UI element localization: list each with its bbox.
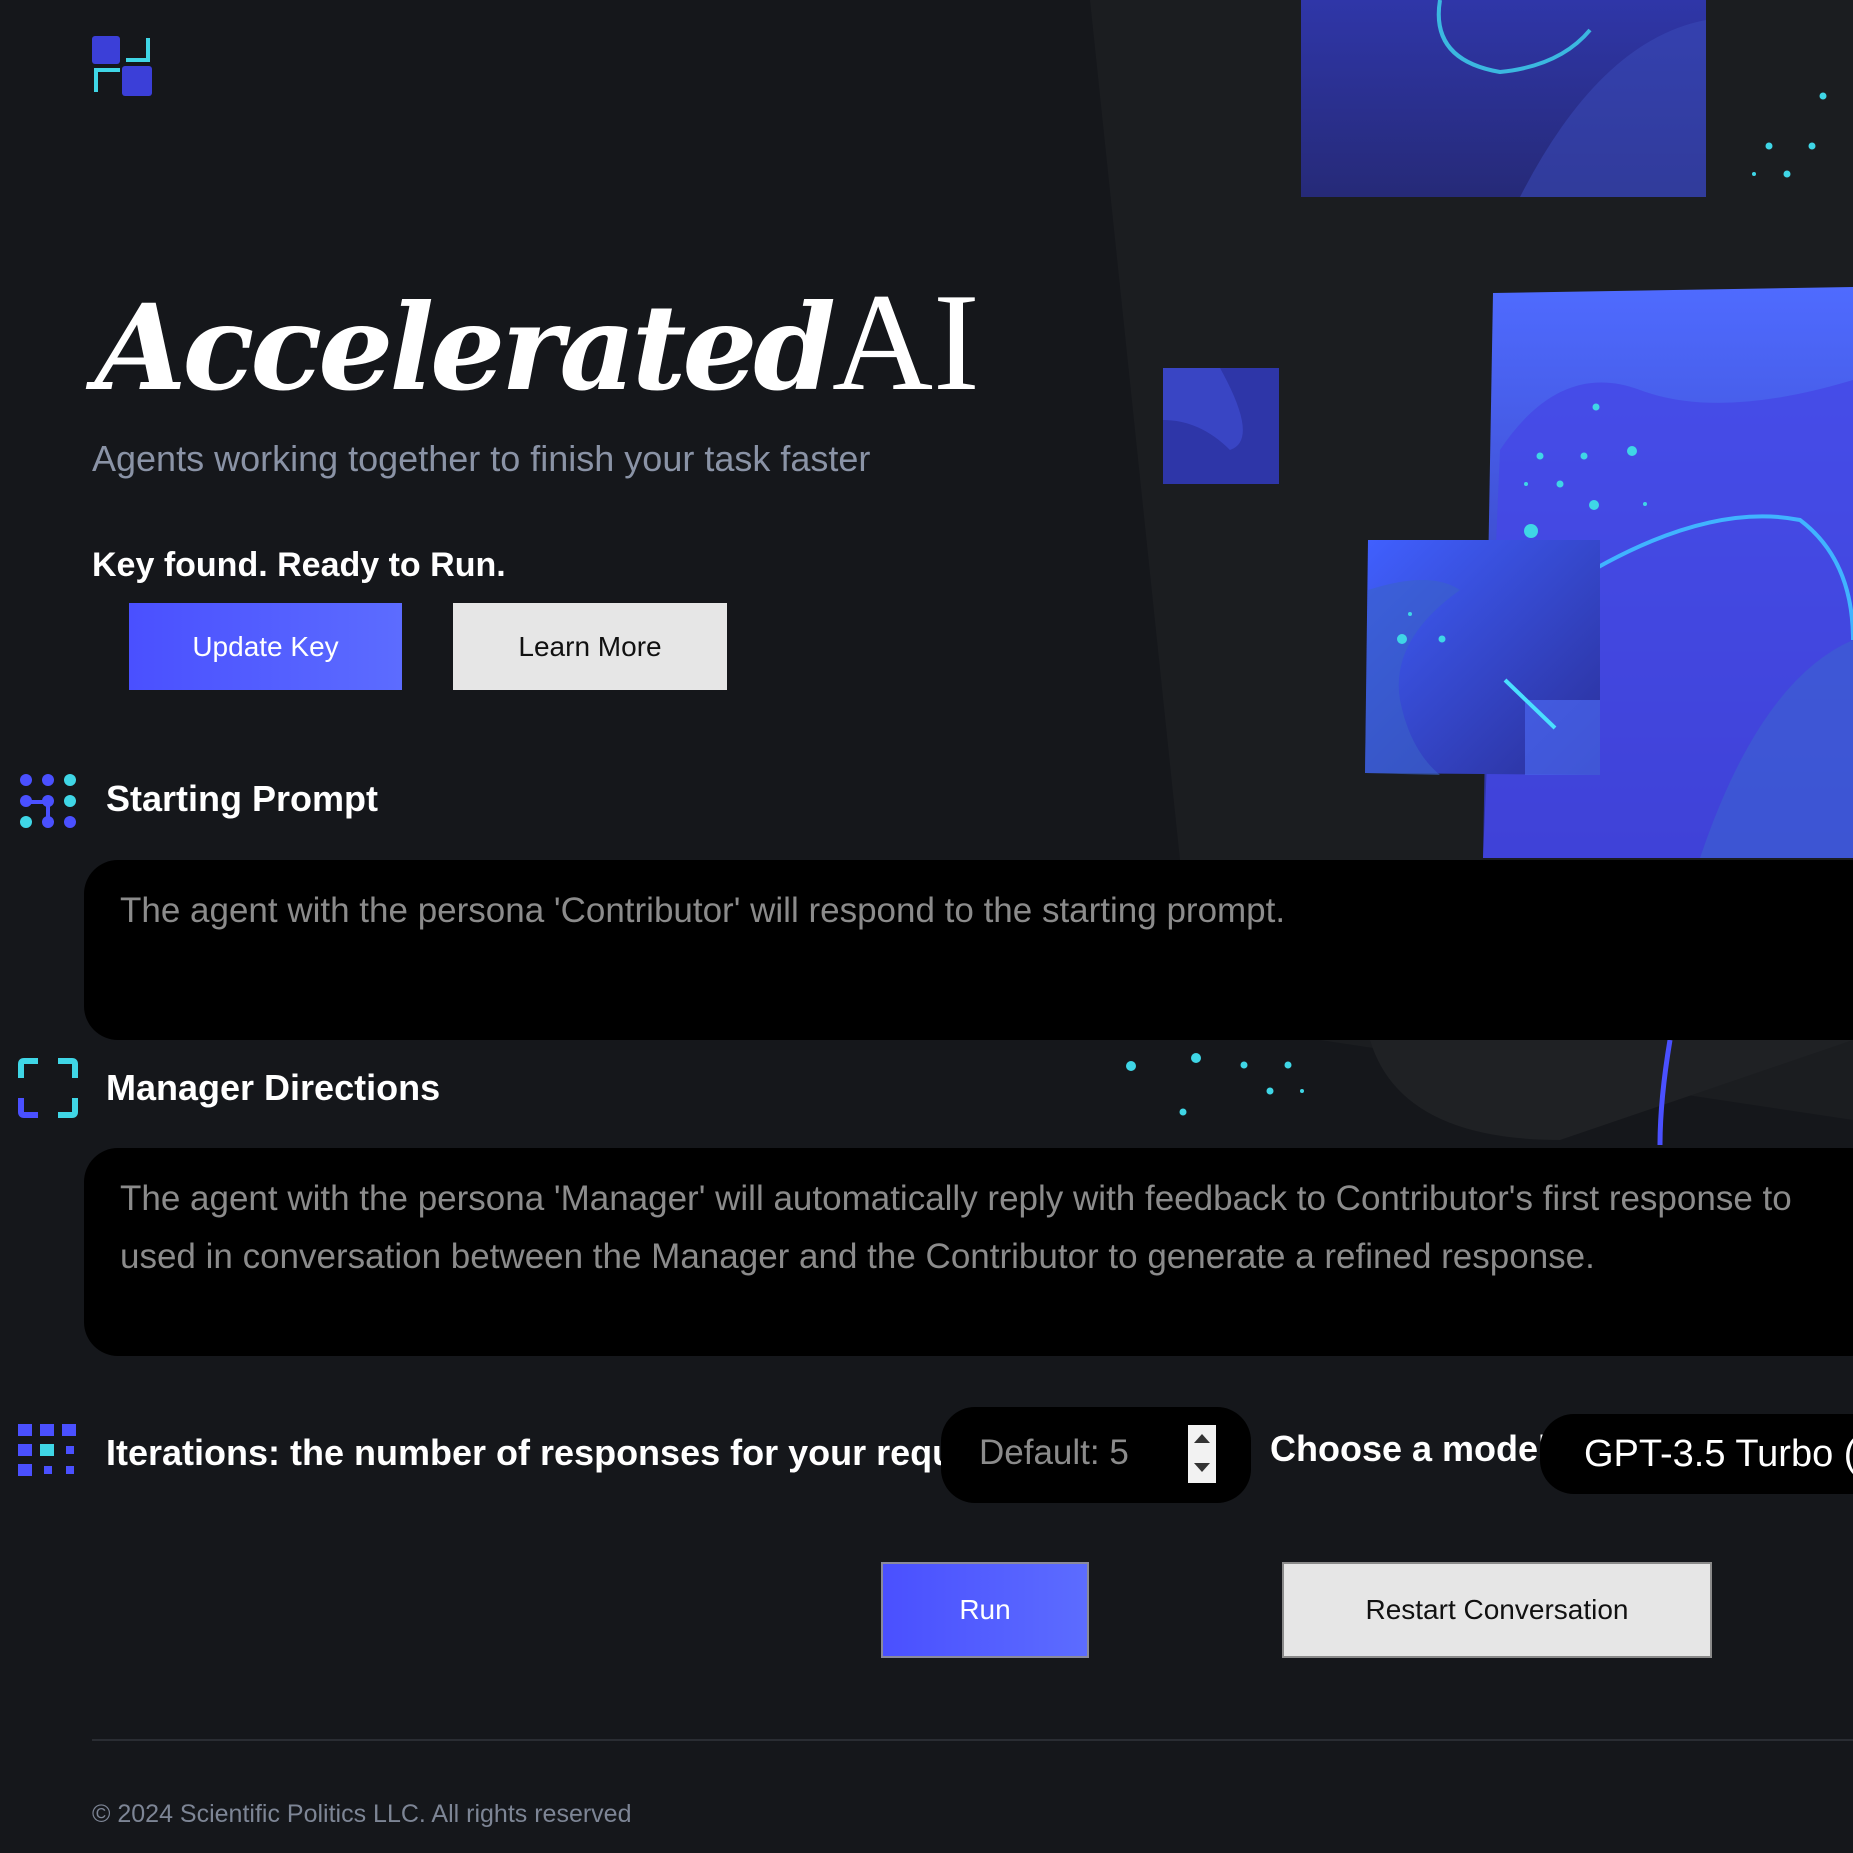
run-button[interactable]: Run (881, 1562, 1089, 1658)
restart-conversation-button[interactable]: Restart Conversation (1282, 1562, 1712, 1658)
page-subtitle: Agents working together to finish your t… (92, 438, 871, 479)
title-script-word: Accelerated (95, 278, 836, 417)
learn-more-button[interactable]: Learn More (453, 603, 727, 690)
iterations-label: Iterations: the number of responses for … (106, 1432, 1007, 1473)
chevron-down-icon[interactable] (1194, 1463, 1210, 1472)
number-spinner[interactable] (1188, 1425, 1216, 1483)
iterations-placeholder: Default: 5 (979, 1433, 1129, 1472)
manager-directions-label: Manager Directions (106, 1067, 441, 1108)
title-ai-word: AI (831, 265, 980, 420)
footer-divider (92, 1739, 1853, 1741)
key-status-text: Key found. Ready to Run. (92, 546, 506, 584)
footer-copyright: © 2024 Scientific Politics LLC. All righ… (92, 1800, 632, 1828)
update-key-button[interactable]: Update Key (129, 603, 402, 690)
chevron-up-icon[interactable] (1194, 1434, 1210, 1443)
frame-corners-icon (18, 1058, 78, 1118)
pixel-grid-icon (18, 1424, 76, 1476)
iterations-number-input[interactable]: Default: 5 (941, 1407, 1251, 1503)
app-logo-icon[interactable] (92, 36, 152, 96)
model-select[interactable]: GPT-3.5 Turbo (E (1540, 1414, 1853, 1494)
starting-prompt-textarea[interactable]: The agent with the persona 'Contributor'… (84, 860, 1853, 1040)
manager-directions-textarea[interactable]: The agent with the persona 'Manager' wil… (84, 1148, 1853, 1356)
page-title: AcceleratedAI (95, 262, 980, 420)
dot-grid-icon (20, 774, 76, 828)
model-select-label: Choose a model: (1270, 1428, 1561, 1469)
starting-prompt-label: Starting Prompt (106, 778, 379, 819)
